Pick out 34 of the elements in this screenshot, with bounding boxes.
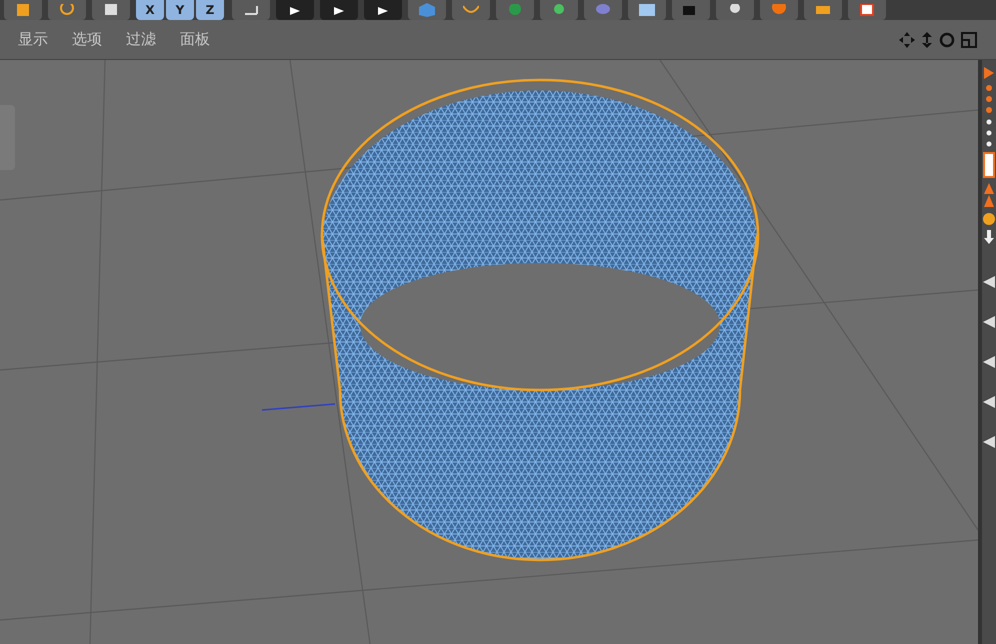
axis-toggle[interactable]: Y — [166, 0, 194, 20]
toolbar-icon — [15, 4, 31, 16]
coordinate-icon — [243, 4, 259, 16]
zoom-icon[interactable] — [920, 30, 934, 48]
toolbar-icon — [551, 4, 567, 16]
render-button[interactable] — [276, 0, 314, 20]
rotate-icon[interactable] — [938, 30, 956, 48]
menu-item[interactable]: 选项 — [72, 28, 102, 51]
axis-toggle[interactable]: Z — [196, 0, 224, 20]
toolbar-icon[interactable] — [983, 152, 995, 178]
rotate-icon — [59, 4, 75, 16]
curve-icon — [463, 4, 479, 16]
sphere-icon[interactable] — [983, 212, 995, 226]
toolbar-icon — [815, 4, 831, 16]
axis-toggle[interactable]: X — [136, 0, 164, 20]
move-icon[interactable] — [898, 30, 916, 48]
toolbar-icon — [859, 4, 875, 16]
menu-item[interactable]: 面板 — [180, 28, 210, 51]
render-button[interactable] — [364, 0, 402, 20]
triangle-icon[interactable] — [983, 182, 995, 208]
toolbar-icon — [507, 4, 523, 16]
3d-viewport[interactable] — [0, 60, 978, 644]
toolbar-icon — [771, 4, 787, 16]
render-button[interactable] — [320, 0, 358, 20]
toolbar-icon[interactable] — [983, 66, 995, 80]
toolbar-icon — [103, 4, 119, 16]
arrow-down-icon[interactable] — [983, 230, 995, 244]
menu-item[interactable]: 过滤 — [126, 28, 156, 51]
menu-item[interactable]: 显示 — [18, 28, 48, 51]
maximize-icon[interactable] — [960, 30, 978, 48]
toolbar-icon — [595, 4, 611, 16]
cube-icon — [419, 3, 435, 17]
floor-icon — [639, 4, 655, 16]
light-icon — [727, 4, 743, 16]
